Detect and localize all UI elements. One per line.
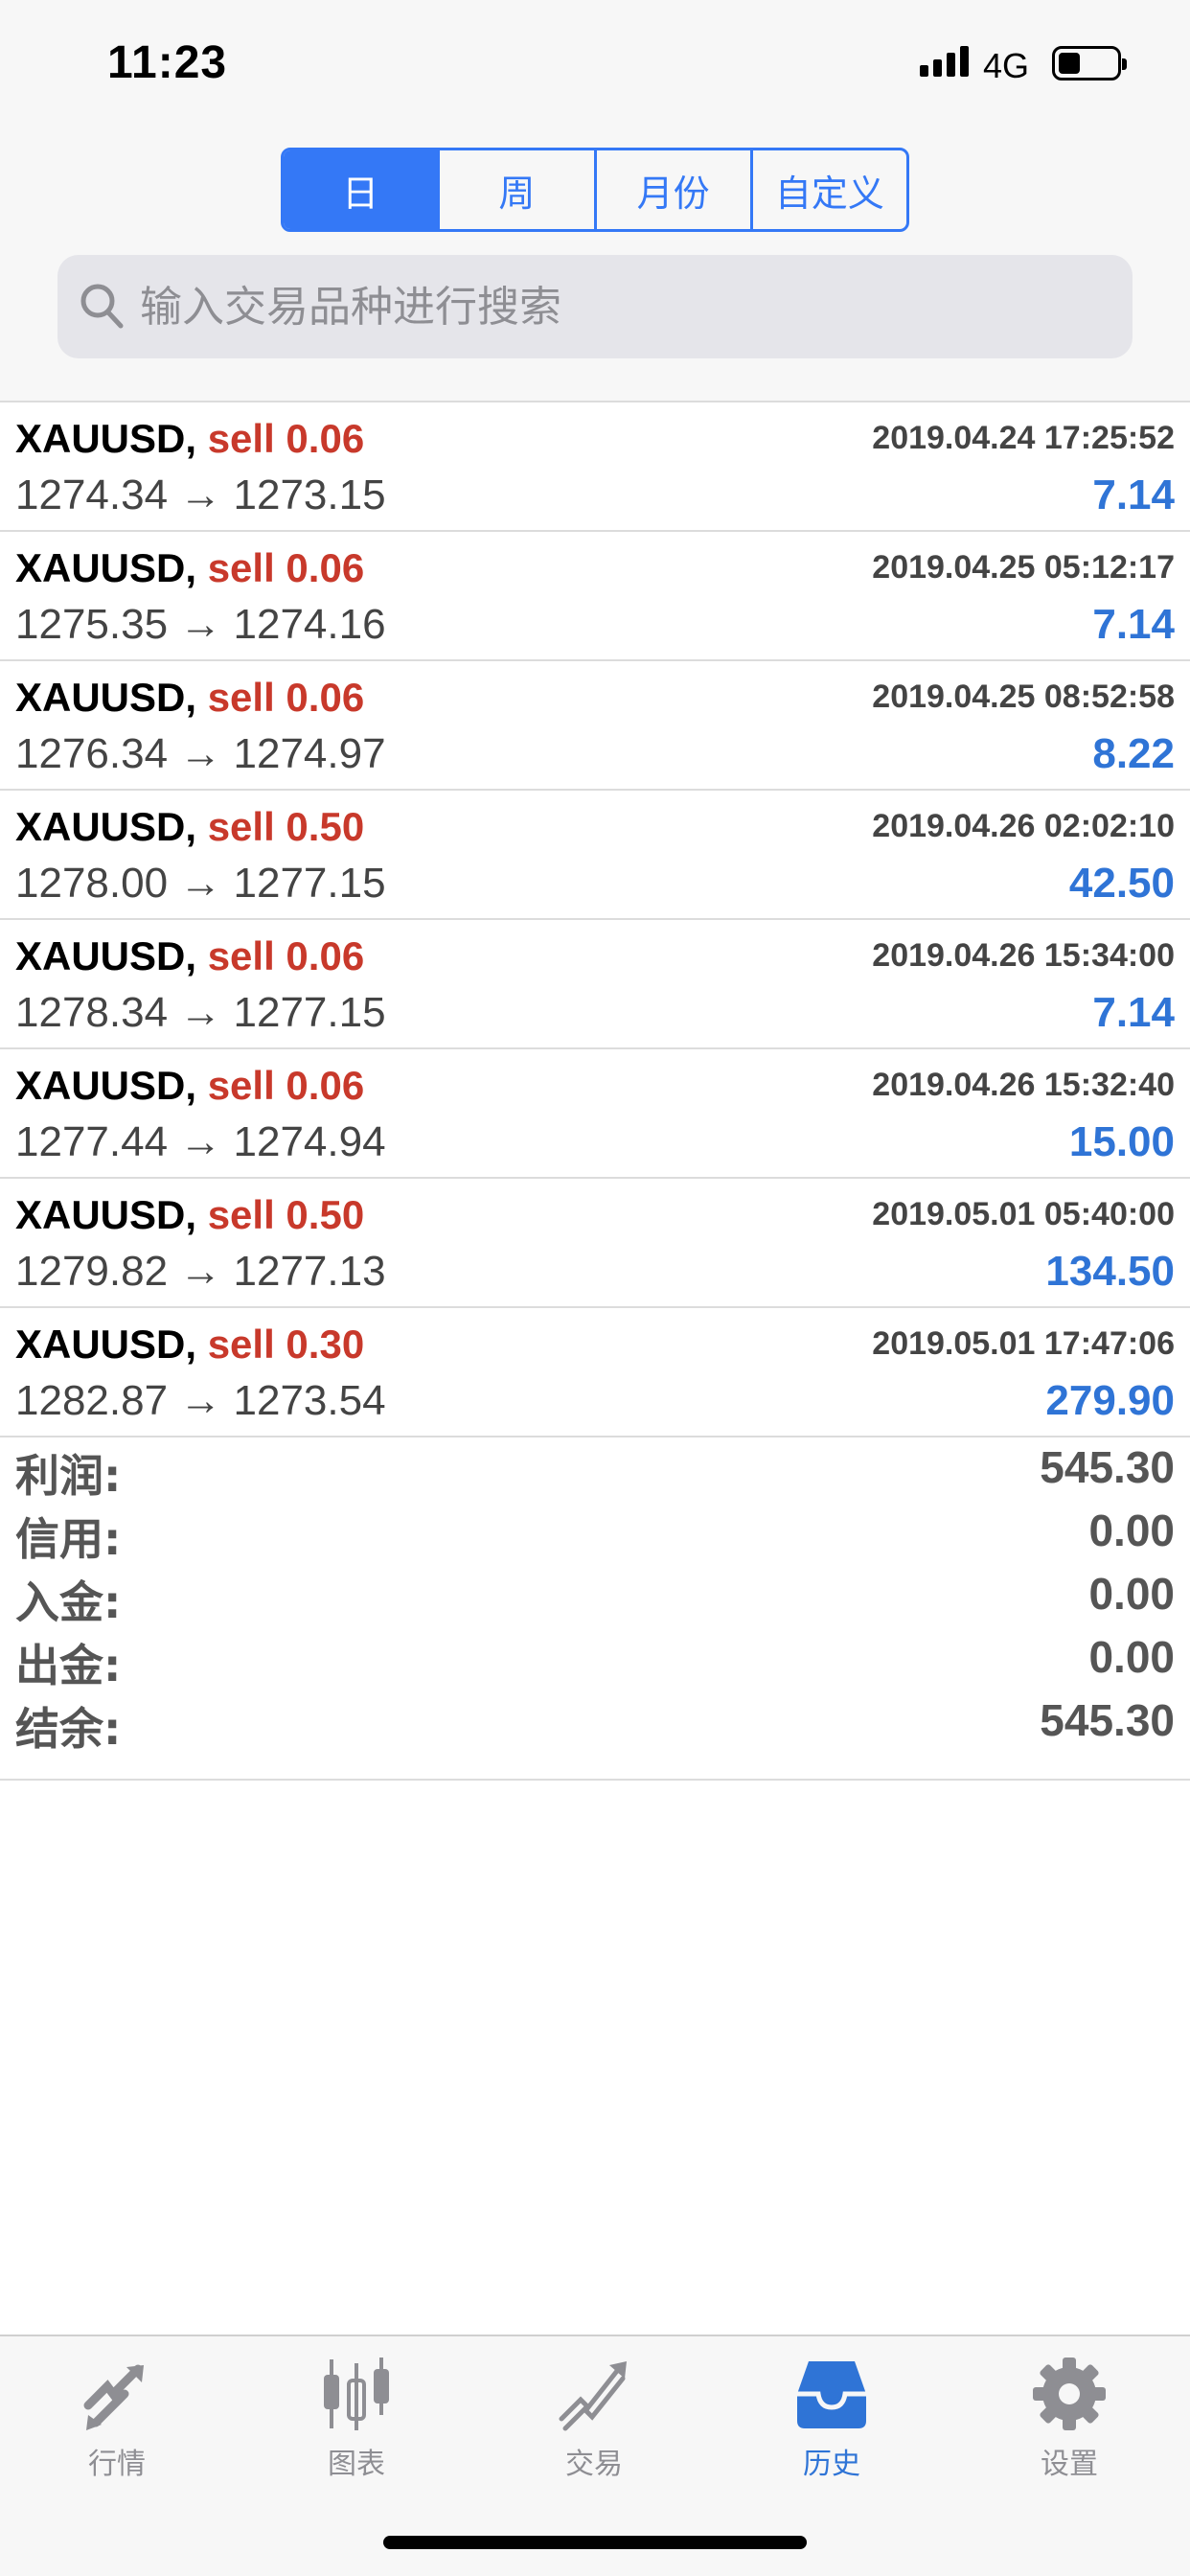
trade-history-list: XAUUSD, sell 0.06 2019.04.24 17:25:52 12… xyxy=(0,402,1190,1438)
tab-label: 设置 xyxy=(1041,2448,1098,2481)
trade-time: 2019.05.01 05:40:00 xyxy=(872,1196,1175,1232)
trade-time: 2019.04.25 05:12:17 xyxy=(872,549,1175,586)
trade-side: sell 0.06 xyxy=(207,933,365,978)
trade-time: 2019.04.26 02:02:10 xyxy=(872,808,1175,844)
trade-prices: 1276.34 → 1274.97 xyxy=(15,730,386,777)
search-bar xyxy=(57,255,1133,358)
segment-week[interactable]: 周 xyxy=(437,150,593,229)
trade-row[interactable]: XAUUSD, sell 0.06 2019.04.26 15:32:40 12… xyxy=(0,1049,1190,1179)
trade-profit: 7.14 xyxy=(1092,472,1175,518)
summary-value: 0.00 xyxy=(1088,1569,1175,1619)
battery-icon xyxy=(1052,46,1127,80)
segment-custom[interactable]: 自定义 xyxy=(749,150,906,229)
trade-row[interactable]: XAUUSD, sell 0.06 2019.04.26 15:34:00 12… xyxy=(0,920,1190,1049)
trade-row[interactable]: XAUUSD, sell 0.06 2019.04.25 08:52:58 12… xyxy=(0,661,1190,791)
trade-prices: 1279.82 → 1277.13 xyxy=(15,1248,386,1295)
trade-symbol: XAUUSD, xyxy=(15,545,197,590)
status-bar: 11:23 4G xyxy=(0,0,1190,125)
summary-row-balance: 结余: 545.30 xyxy=(0,1689,1190,1755)
trade-profit: 7.14 xyxy=(1092,989,1175,1036)
trade-symbol: XAUUSD, xyxy=(15,1322,197,1367)
trade-prices: 1274.34 → 1273.15 xyxy=(15,472,386,518)
trade-side: sell 0.06 xyxy=(207,1063,365,1108)
trade-symbol: XAUUSD, xyxy=(15,1192,197,1237)
trade-profit: 42.50 xyxy=(1068,860,1175,907)
trade-symbol: XAUUSD, xyxy=(15,804,197,849)
trade-row[interactable]: XAUUSD, sell 0.30 2019.05.01 17:47:06 12… xyxy=(0,1308,1190,1438)
summary-row-deposit: 入金: 0.00 xyxy=(0,1562,1190,1628)
trade-symbol: XAUUSD, xyxy=(15,416,197,461)
settings-icon xyxy=(1033,2358,1106,2430)
trade-profit: 7.14 xyxy=(1092,601,1175,648)
search-icon xyxy=(80,284,124,329)
trade-side: sell 0.06 xyxy=(207,416,365,461)
trade-symbol: XAUUSD, xyxy=(15,675,197,720)
tab-label: 历史 xyxy=(803,2448,860,2481)
trade-time: 2019.04.24 17:25:52 xyxy=(872,420,1175,456)
summary-section: 利润: 545.30 信用: 0.00 入金: 0.00 出金: 0.00 结余… xyxy=(0,1436,1190,1781)
trade-row[interactable]: XAUUSD, sell 0.50 2019.05.01 05:40:00 12… xyxy=(0,1179,1190,1308)
tab-label: 行情 xyxy=(88,2448,146,2481)
trade-profit: 8.22 xyxy=(1092,730,1175,777)
summary-row-profit: 利润: 545.30 xyxy=(0,1436,1190,1502)
tab-settings[interactable]: 设置 xyxy=(983,2356,1156,2509)
tab-history[interactable]: 历史 xyxy=(745,2356,918,2509)
trade-profit: 15.00 xyxy=(1068,1118,1175,1165)
segment-day[interactable]: 日 xyxy=(284,150,438,229)
home-indicator xyxy=(383,2536,807,2549)
trade-time: 2019.04.26 15:32:40 xyxy=(872,1067,1175,1103)
status-time: 11:23 xyxy=(107,37,228,88)
trade-side: sell 0.06 xyxy=(207,545,365,590)
summary-row-withdrawal: 出金: 0.00 xyxy=(0,1625,1190,1691)
trade-profit: 134.50 xyxy=(1045,1248,1175,1295)
quotes-icon xyxy=(83,2364,144,2430)
header-area: 11:23 4G 日 周 月份 自定义 xyxy=(0,0,1190,402)
summary-label: 出金: xyxy=(15,1640,122,1691)
trade-profit: 279.90 xyxy=(1045,1377,1175,1424)
trade-symbol: XAUUSD, xyxy=(15,933,197,978)
tab-label: 图表 xyxy=(328,2448,385,2481)
trade-side: sell 0.50 xyxy=(207,1192,365,1237)
trade-side: sell 0.06 xyxy=(207,675,365,720)
summary-value: 0.00 xyxy=(1088,1506,1175,1555)
summary-label: 利润: xyxy=(15,1450,122,1502)
signal-icon xyxy=(920,44,970,77)
summary-value: 0.00 xyxy=(1088,1632,1175,1682)
trade-side: sell 0.30 xyxy=(207,1322,365,1367)
summary-value: 545.30 xyxy=(1040,1442,1175,1492)
network-label: 4G xyxy=(983,46,1030,85)
trade-prices: 1278.34 → 1277.15 xyxy=(15,989,386,1036)
trade-time: 2019.05.01 17:47:06 xyxy=(872,1325,1175,1362)
trade-side: sell 0.50 xyxy=(207,804,365,849)
trade-prices: 1277.44 → 1274.94 xyxy=(15,1118,386,1165)
trade-prices: 1275.35 → 1274.16 xyxy=(15,601,386,648)
summary-row-credit: 信用: 0.00 xyxy=(0,1499,1190,1565)
tab-quotes[interactable]: 行情 xyxy=(31,2356,203,2509)
segment-month[interactable]: 月份 xyxy=(593,150,750,229)
tab-trade[interactable]: 交易 xyxy=(508,2356,680,2509)
trade-symbol: XAUUSD, xyxy=(15,1063,197,1108)
trade-row[interactable]: XAUUSD, sell 0.06 2019.04.25 05:12:17 12… xyxy=(0,532,1190,661)
chart-icon xyxy=(324,2358,389,2430)
summary-label: 结余: xyxy=(15,1703,122,1755)
trade-row[interactable]: XAUUSD, sell 0.06 2019.04.24 17:25:52 12… xyxy=(0,402,1190,532)
trade-time: 2019.04.26 15:34:00 xyxy=(872,937,1175,974)
history-icon xyxy=(797,2361,866,2428)
search-input[interactable] xyxy=(140,255,1098,358)
trade-row[interactable]: XAUUSD, sell 0.50 2019.04.26 02:02:10 12… xyxy=(0,791,1190,920)
trade-icon xyxy=(559,2361,627,2431)
summary-value: 545.30 xyxy=(1040,1695,1175,1745)
trade-time: 2019.04.25 08:52:58 xyxy=(872,678,1175,715)
tab-label: 交易 xyxy=(565,2448,623,2481)
trade-prices: 1282.87 → 1273.54 xyxy=(15,1377,386,1424)
tab-chart[interactable]: 图表 xyxy=(270,2356,443,2509)
trade-prices: 1278.00 → 1277.15 xyxy=(15,860,386,907)
period-segmented-control: 日 周 月份 自定义 xyxy=(281,148,909,232)
summary-label: 入金: xyxy=(15,1576,122,1628)
summary-label: 信用: xyxy=(15,1513,122,1565)
